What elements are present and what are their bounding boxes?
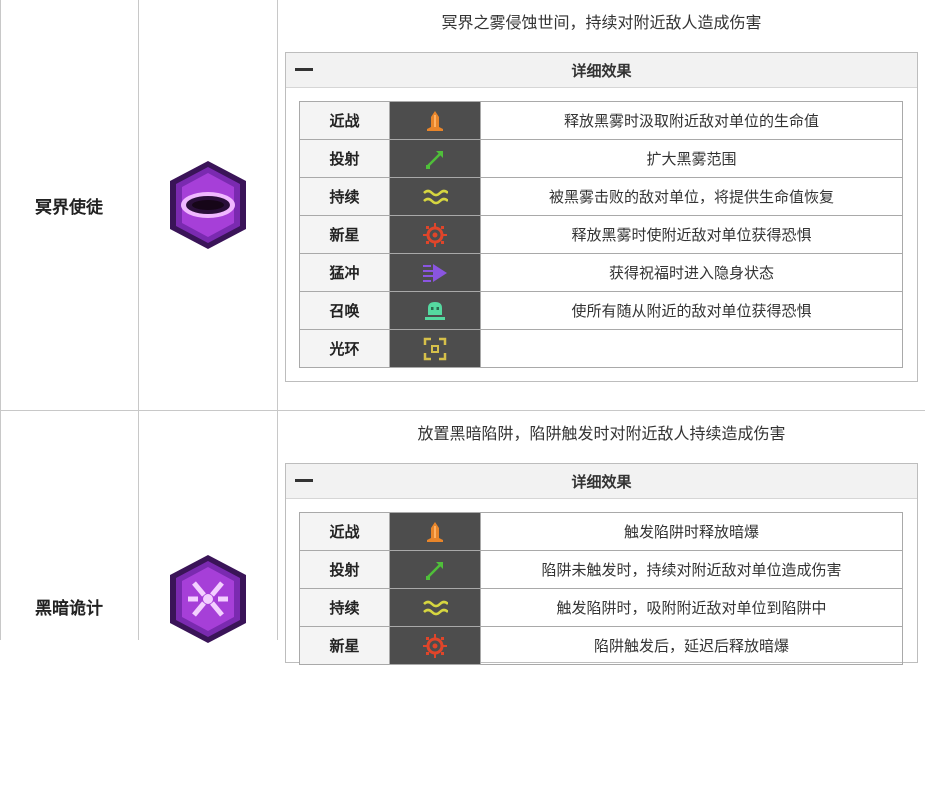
- projectile-icon: [426, 150, 443, 169]
- effect-label: 新星: [299, 215, 390, 254]
- effect-text: [480, 329, 903, 368]
- nether-apostle-skill-icon: [170, 161, 246, 249]
- projectile-icon: [426, 561, 443, 580]
- table-row: 投射 陷阱未触发时，持续对附近敌对单位造成伤害: [299, 550, 903, 589]
- skill-name: 冥界使徒: [35, 197, 103, 218]
- effect-label: 召唤: [299, 291, 390, 330]
- dash-icon: [423, 263, 447, 282]
- effect-text: 释放黑雾时使附近敌对单位获得恐惧: [480, 215, 903, 254]
- detail-panel: 详细效果 近战 释放黑雾时汲取附近敌对单位的生命值 投射 扩大黑雾范围 持续 被…: [285, 52, 918, 382]
- melee-icon: [427, 521, 443, 542]
- effect-label: 近战: [299, 101, 390, 140]
- effect-label: 投射: [299, 550, 390, 589]
- effect-text: 获得祝福时进入隐身状态: [480, 253, 903, 292]
- detail-panel-title: 详细效果: [571, 472, 632, 491]
- effect-label: 光环: [299, 329, 390, 368]
- melee-icon: [427, 110, 443, 131]
- effect-label: 近战: [299, 512, 390, 551]
- table-row: 新星 释放黑雾时使附近敌对单位获得恐惧: [299, 215, 903, 254]
- table-row: 猛冲 获得祝福时进入隐身状态: [299, 253, 903, 292]
- table-row: 持续 被黑雾击败的敌对单位，将提供生命值恢复: [299, 177, 903, 216]
- duration-icon: [423, 189, 448, 204]
- effect-label: 持续: [299, 588, 390, 627]
- skill-icon-cell: [139, 549, 277, 649]
- skill-description: 放置黑暗陷阱，陷阱触发时对附近敌人持续造成伤害: [417, 424, 786, 443]
- skill-description: 冥界之雾侵蚀世间，持续对附近敌人造成伤害: [441, 13, 762, 32]
- table-row: 持续 触发陷阱时，吸附附近敌对单位到陷阱中: [299, 588, 903, 627]
- nova-icon: [423, 633, 447, 658]
- table-row: 投射 扩大黑雾范围: [299, 139, 903, 178]
- summon-icon: [425, 301, 445, 320]
- detail-panel-header[interactable]: 详细效果: [286, 464, 917, 499]
- effect-icon-cell: [389, 139, 481, 178]
- table-row: 新星 陷阱触发后，延迟后释放暗爆: [299, 626, 903, 665]
- effect-label: 投射: [299, 139, 390, 178]
- effects-table: 近战 触发陷阱时释放暗爆 投射 陷阱未触发时，持续对附近敌对单位造成伤害 持续 …: [299, 512, 903, 665]
- effect-text: 使所有随从附近的敌对单位获得恐惧: [480, 291, 903, 330]
- table-row: 召唤 使所有随从附近的敌对单位获得恐惧: [299, 291, 903, 330]
- effect-icon-cell: [389, 177, 481, 216]
- effect-icon-cell: [389, 626, 481, 665]
- row-divider: [0, 410, 925, 411]
- table-row: 近战 触发陷阱时释放暗爆: [299, 512, 903, 551]
- table-row: 近战 释放黑雾时汲取附近敌对单位的生命值: [299, 101, 903, 140]
- dark-trick-skill-icon: [170, 555, 246, 643]
- effect-icon-cell: [389, 329, 481, 368]
- detail-panel-title: 详细效果: [571, 61, 632, 80]
- duration-icon: [423, 600, 448, 615]
- effect-text: 释放黑雾时汲取附近敌对单位的生命值: [480, 101, 903, 140]
- effect-icon-cell: [389, 550, 481, 589]
- effects-table: 近战 释放黑雾时汲取附近敌对单位的生命值 投射 扩大黑雾范围 持续 被黑雾击败的…: [299, 101, 903, 368]
- table-row: 光环: [299, 329, 903, 368]
- effect-label: 新星: [299, 626, 390, 665]
- effect-text: 被黑雾击败的敌对单位，将提供生命值恢复: [480, 177, 903, 216]
- detail-panel-header[interactable]: 详细效果: [286, 53, 917, 88]
- effect-icon-cell: [389, 101, 481, 140]
- skill-icon-cell: [139, 0, 277, 410]
- column-divider-2: [277, 0, 278, 640]
- effect-icon-cell: [389, 253, 481, 292]
- effect-icon-cell: [389, 215, 481, 254]
- effect-text: 触发陷阱时释放暗爆: [480, 512, 903, 551]
- effect-text: 陷阱触发后，延迟后释放暗爆: [480, 626, 903, 665]
- effect-text: 扩大黑雾范围: [480, 139, 903, 178]
- effect-text: 陷阱未触发时，持续对附近敌对单位造成伤害: [480, 550, 903, 589]
- effect-icon-cell: [389, 512, 481, 551]
- effect-label: 持续: [299, 177, 390, 216]
- nova-icon: [423, 222, 447, 247]
- collapse-icon[interactable]: [295, 479, 313, 482]
- collapse-icon[interactable]: [295, 68, 313, 71]
- detail-panel: 详细效果 近战 触发陷阱时释放暗爆 投射 陷阱未触发时，持续对附近敌对单位造成伤…: [285, 463, 918, 665]
- skill-name: 黑暗诡计: [35, 598, 103, 619]
- effect-icon-cell: [389, 291, 481, 330]
- aura-icon: [423, 337, 447, 360]
- effect-icon-cell: [389, 588, 481, 627]
- effect-label: 猛冲: [299, 253, 390, 292]
- effect-text: 触发陷阱时，吸附附近敌对单位到陷阱中: [480, 588, 903, 627]
